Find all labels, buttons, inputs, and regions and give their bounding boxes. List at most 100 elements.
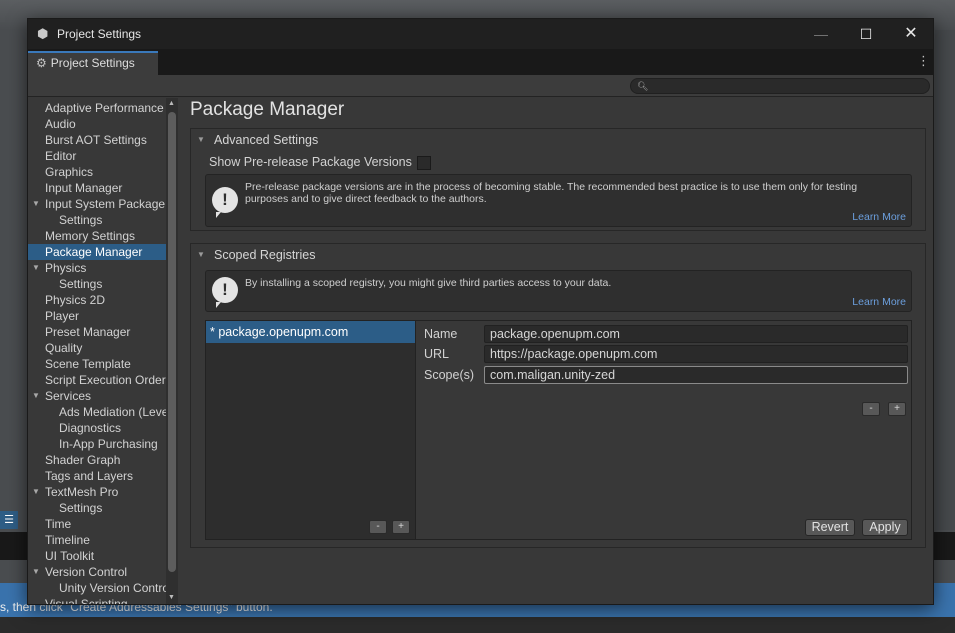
sidebar-item[interactable]: Settings — [28, 500, 178, 516]
sidebar-item[interactable]: In-App Purchasing — [28, 436, 178, 452]
scrollbar-thumb[interactable] — [168, 112, 176, 572]
sidebar-item[interactable]: Package Manager — [28, 244, 178, 260]
sidebar-item[interactable]: Tags and Layers — [28, 468, 178, 484]
list-item[interactable]: * package.openupm.com — [206, 321, 415, 343]
editor-background-right — [935, 30, 955, 530]
sidebar-item[interactable]: Preset Manager — [28, 324, 178, 340]
gear-icon: ⚙ — [36, 56, 47, 70]
more-options-icon[interactable]: ⋮ — [917, 53, 930, 69]
remove-scope-button[interactable]: - — [862, 402, 880, 416]
sidebar-item-label: Timeline — [45, 533, 90, 547]
sidebar-item[interactable]: Scene Template — [28, 356, 178, 372]
sidebar-scrollbar[interactable]: ▲ ▼ — [166, 98, 178, 604]
sidebar-item-label: Time — [45, 517, 72, 531]
sidebar-item[interactable]: Shader Graph — [28, 452, 178, 468]
apply-button[interactable]: Apply — [862, 519, 908, 536]
title-bar[interactable]: ⬢ Project Settings — ☐ ✕ — [28, 19, 933, 49]
prerelease-checkbox[interactable] — [417, 156, 431, 170]
sidebar-item[interactable]: Script Execution Order — [28, 372, 178, 388]
sidebar-item-label: Physics — [45, 261, 87, 275]
sidebar-item-label: Diagnostics — [59, 421, 122, 435]
name-label: Name — [424, 327, 458, 341]
help-text: Pre-release package versions are in the … — [245, 181, 858, 205]
sidebar-item[interactable]: ▼ TextMesh Pro — [28, 484, 178, 500]
collapse-arrow-icon[interactable]: ▼ — [197, 135, 205, 144]
minimize-button[interactable]: — — [798, 19, 844, 49]
sidebar-item[interactable]: Settings — [28, 276, 178, 292]
sidebar-item[interactable]: ▼ Input System Package — [28, 196, 178, 212]
sidebar-item[interactable]: UI Toolkit — [28, 548, 178, 564]
expand-arrow-icon[interactable]: ▼ — [32, 196, 40, 212]
expand-arrow-icon[interactable]: ▼ — [32, 388, 40, 404]
url-field[interactable]: https://package.openupm.com — [484, 345, 908, 363]
sidebar-item[interactable]: Input Manager — [28, 180, 178, 196]
sidebar-item[interactable]: Time — [28, 516, 178, 532]
sidebar-item-label: Scene Template — [45, 357, 131, 371]
info-icon: ! — [212, 277, 238, 308]
remove-registry-button[interactable]: - — [369, 520, 387, 534]
sidebar-item-label: Package Manager — [45, 245, 143, 259]
scope-field[interactable]: com.maligan.unity-zed — [484, 366, 908, 384]
sidebar-item[interactable]: ▼ Version Control — [28, 564, 178, 580]
sidebar-item[interactable]: Physics 2D — [28, 292, 178, 308]
url-label: URL — [424, 347, 450, 361]
sidebar-item[interactable]: Settings — [28, 212, 178, 228]
sidebar-item[interactable]: Timeline — [28, 532, 178, 548]
scoped-registries-header[interactable]: ▼ Scoped Registries — [191, 244, 925, 266]
sidebar-item[interactable]: Adaptive Performance — [28, 100, 178, 116]
search-input[interactable]: 🔍︎ — [630, 78, 930, 94]
sidebar-item[interactable]: Visual Scripting — [28, 596, 178, 605]
sidebar-item[interactable]: Editor — [28, 148, 178, 164]
sidebar-item[interactable]: Player — [28, 308, 178, 324]
expand-arrow-icon[interactable]: ▼ — [32, 260, 40, 276]
collapse-arrow-icon[interactable]: ▼ — [197, 250, 205, 259]
sidebar-item[interactable]: Audio — [28, 116, 178, 132]
package-manager-panel: Package Manager ▼ Advanced Settings Show… — [183, 98, 933, 604]
sidebar-item-label: Quality — [45, 341, 83, 355]
sidebar-item-label: Version Control — [45, 565, 128, 579]
sidebar-item-label: In-App Purchasing — [59, 437, 158, 451]
tab-bar: ⚙ Project Settings — [28, 49, 933, 75]
name-field[interactable]: package.openupm.com — [484, 325, 908, 343]
sidebar-item-label: Memory Settings — [45, 229, 136, 243]
sidebar-item-label: Physics 2D — [45, 293, 106, 307]
sidebar-item-label: Unity Version Control — [59, 581, 172, 595]
scroll-up-icon[interactable]: ▲ — [168, 100, 175, 107]
sidebar-item-label: Visual Scripting — [45, 597, 128, 605]
sidebar-item[interactable]: Quality — [28, 340, 178, 356]
sidebar-item-label: Tags and Layers — [45, 469, 134, 483]
sidebar-item[interactable]: Burst AOT Settings — [28, 132, 178, 148]
sidebar-item-label: Input System Package — [45, 197, 166, 211]
sidebar-item[interactable]: Diagnostics — [28, 420, 178, 436]
sidebar-item[interactable]: Graphics — [28, 164, 178, 180]
expand-arrow-icon[interactable]: ▼ — [32, 484, 40, 500]
maximize-button[interactable]: ☐ — [843, 19, 889, 49]
settings-sidebar: Adaptive Performance Audio Burst AOT Setti… — [28, 98, 178, 605]
sidebar-item-label: Player — [45, 309, 80, 323]
project-settings-window: ⬢ Project Settings — ☐ ✕ ⚙ Project Settin… — [27, 18, 934, 605]
prerelease-help-box: ! Pre-release package versions are in th… — [205, 174, 912, 227]
revert-button[interactable]: Revert — [805, 519, 855, 536]
window-title: Project Settings — [57, 27, 142, 41]
scroll-down-icon[interactable]: ▼ — [168, 594, 175, 601]
section-title: Advanced Settings — [214, 133, 319, 147]
sidebar-item-label: Settings — [59, 277, 103, 291]
close-button[interactable]: ✕ — [888, 19, 933, 49]
expand-arrow-icon[interactable]: ▼ — [32, 564, 40, 580]
sidebar-item[interactable]: Memory Settings — [28, 228, 178, 244]
advanced-settings-header[interactable]: ▼ Advanced Settings — [191, 129, 925, 151]
learn-more-link[interactable]: Learn More — [852, 211, 906, 223]
sidebar-item[interactable]: ▼ Services — [28, 388, 178, 404]
learn-more-link[interactable]: Learn More — [852, 296, 906, 308]
settings-toolbar: 🔍︎ — [28, 75, 933, 97]
sidebar-item[interactable]: Ads Mediation (Levelplay) — [28, 404, 178, 420]
layout-icon[interactable]: ☰ — [0, 511, 18, 529]
sidebar-item[interactable]: ▼ Physics — [28, 260, 178, 276]
tab-project-settings[interactable]: ⚙ Project Settings — [28, 51, 158, 75]
add-registry-button[interactable]: + — [392, 520, 410, 534]
add-scope-button[interactable]: + — [888, 402, 906, 416]
sidebar-item[interactable]: Unity Version Control — [28, 580, 178, 596]
page-title: Package Manager — [190, 99, 345, 120]
unity-logo-icon: ⬢ — [37, 26, 49, 41]
sidebar-item-label: UI Toolkit — [45, 549, 95, 563]
